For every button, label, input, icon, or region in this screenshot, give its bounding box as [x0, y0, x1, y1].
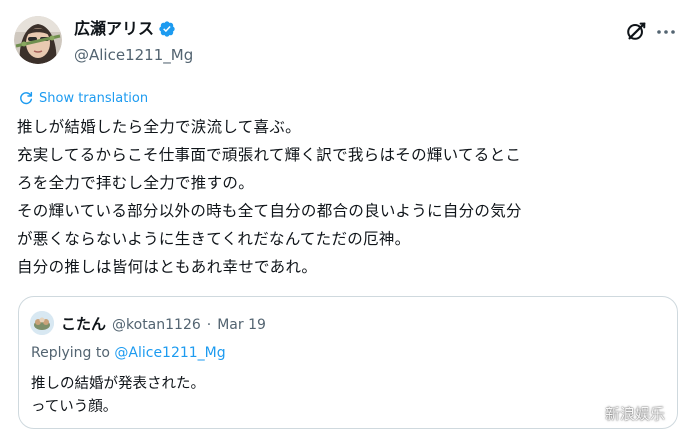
show-translation-label[interactable]: Show translation	[39, 91, 148, 106]
more-icon[interactable]	[656, 22, 676, 42]
display-name-row[interactable]: 広瀬アリス	[74, 18, 176, 40]
tweet-text-line: が悪くならないように生きてくれだなんてただの厄神。	[17, 230, 411, 248]
verified-badge-icon	[159, 21, 175, 37]
tweet-text-line: 自分の推しは皆何はともあれ幸せであれ。	[17, 258, 318, 276]
separator-dot: ·	[206, 317, 212, 333]
quoted-header: こたん @kotan1126 · Mar 19	[61, 313, 266, 334]
quoted-text-line: 推しの結婚が発表された。	[31, 376, 205, 392]
translate-icon	[20, 91, 33, 105]
quoted-date[interactable]: Mar 19	[217, 317, 266, 333]
grok-icon[interactable]	[625, 20, 647, 42]
quoted-tweet[interactable]: こたん @kotan1126 · Mar 19 Replying to @Ali…	[18, 296, 678, 429]
tweet-text: 推しが結婚したら全力で涙流して喜ぶ。 充実してるからこそ仕事面で頑張れて輝く訳で…	[17, 113, 677, 281]
quoted-avatar[interactable]	[30, 311, 54, 335]
show-translation-link[interactable]: Show translation	[18, 90, 148, 106]
tweet-text-line: ろを全力で拝むし全力で推すの。	[17, 174, 255, 192]
watermark-text: 新浪娱乐	[605, 405, 666, 423]
quoted-handle[interactable]: @kotan1126	[112, 317, 201, 333]
avatar-image	[14, 16, 62, 64]
replying-to-prefix: Replying to	[31, 345, 115, 361]
quoted-text: 推しの結婚が発表された。 っていう顔。	[31, 373, 205, 419]
author-handle[interactable]: @Alice1211_Mg	[74, 45, 193, 65]
replying-to: Replying to @Alice1211_Mg	[31, 345, 226, 361]
weibo-logo-icon	[582, 406, 601, 422]
display-name[interactable]: 広瀬アリス	[74, 18, 154, 40]
avatar[interactable]	[14, 16, 62, 64]
tweet: 広瀬アリス @Alice1211_Mg Show translation 推しが…	[0, 0, 690, 435]
tweet-text-line: その輝いている部分以外の時も全て自分の都合の良いように自分の気分	[17, 202, 522, 220]
replying-to-handle[interactable]: @Alice1211_Mg	[114, 345, 225, 361]
quoted-text-line: っていう顔。	[31, 399, 118, 415]
tweet-text-line: 推しが結婚したら全力で涙流して喜ぶ。	[17, 118, 301, 136]
tweet-text-line: 充実してるからこそ仕事面で頑張れて輝く訳で我らはその輝いてるとこ	[17, 146, 522, 164]
quoted-avatar-image	[30, 311, 54, 335]
watermark: 新浪娱乐	[582, 403, 665, 424]
quoted-display-name[interactable]: こたん	[61, 313, 106, 334]
